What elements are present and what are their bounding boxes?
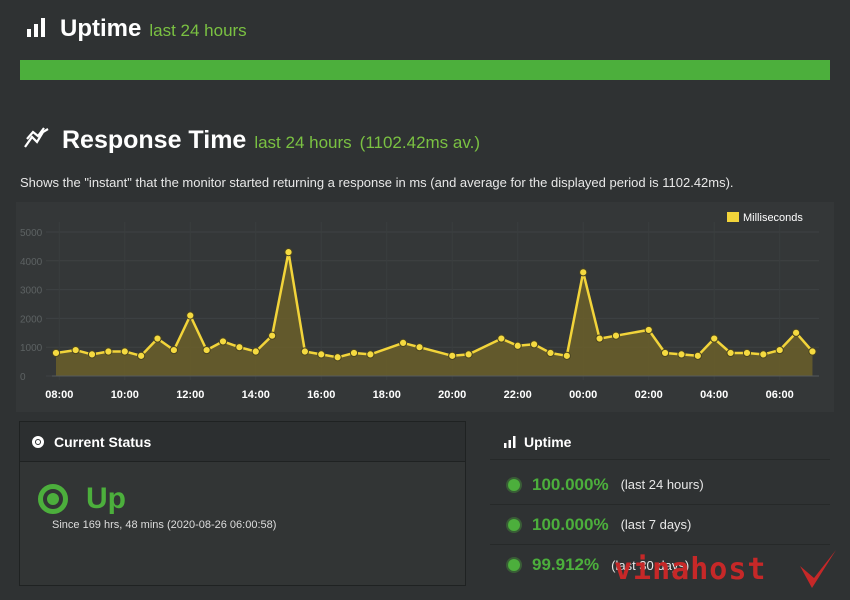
x-tick-label: 08:00: [45, 389, 73, 401]
data-point: [562, 351, 571, 360]
x-tick-label: 06:00: [766, 389, 794, 401]
data-point: [235, 343, 244, 352]
response-description: Shows the "instant" that the monitor sta…: [20, 175, 734, 190]
data-point: [300, 347, 309, 356]
data-point: [808, 347, 817, 356]
x-tick-label: 12:00: [176, 389, 204, 401]
data-point: [349, 348, 359, 358]
x-tick-label: 02:00: [635, 389, 663, 401]
data-point: [186, 311, 195, 320]
data-point: [284, 248, 293, 257]
data-point: [104, 347, 113, 356]
y-tick-label: 3000: [20, 286, 43, 297]
uptime-bar: [20, 60, 830, 80]
legend-swatch: [727, 212, 739, 222]
x-tick-label: 04:00: [700, 389, 728, 401]
data-point: [317, 350, 326, 359]
x-tick-label: 20:00: [438, 389, 466, 401]
uptime-header: Uptime last 24 hours: [26, 15, 247, 43]
status-since: Since 169 hrs, 48 mins (2020-08-26 06:00…: [52, 519, 277, 531]
data-point: [791, 328, 801, 337]
green-dot-icon: [508, 518, 520, 531]
data-point: [497, 334, 506, 343]
data-point: [677, 350, 686, 359]
data-point: [71, 345, 80, 355]
x-tick-label: 18:00: [373, 389, 401, 401]
uptime-row-7d: 100.000% (last 7 days): [490, 505, 830, 545]
data-point: [710, 334, 719, 343]
status-dot-icon: [32, 435, 44, 448]
data-point: [546, 348, 555, 358]
data-point: [268, 331, 277, 340]
y-tick-label: 2000: [20, 314, 43, 325]
uptime-panel-header: Uptime: [490, 424, 830, 460]
data-point: [366, 350, 375, 359]
x-tick-label: 00:00: [569, 389, 597, 401]
data-point: [333, 353, 342, 362]
status-main: Up: [38, 482, 126, 516]
uptime-percent: 100.000%: [532, 514, 609, 534]
status-state: Up: [86, 482, 126, 515]
response-time-header: Response Time last 24 hours (1102.42ms a…: [24, 126, 480, 155]
current-status-panel: Current Status Up Since 169 hrs, 48 mins…: [19, 421, 466, 586]
data-point: [513, 341, 522, 350]
x-tick-label: 16:00: [307, 389, 335, 401]
x-tick-label: 22:00: [504, 389, 532, 401]
small-bar-chart-icon: [504, 435, 516, 448]
checkmark-logo-icon: [800, 550, 836, 588]
green-dot-icon: [508, 559, 520, 571]
uptime-period: last 24 hours: [149, 21, 247, 40]
legend-label: Milliseconds: [743, 212, 803, 224]
green-dot-icon: [508, 478, 520, 491]
data-point: [579, 268, 588, 277]
data-point: [742, 348, 752, 358]
data-point: [120, 347, 129, 356]
chart-background: [16, 202, 834, 412]
data-point: [611, 331, 621, 340]
line-chart-icon: [24, 127, 50, 154]
data-point: [464, 350, 473, 359]
x-tick-label: 10:00: [111, 389, 139, 401]
data-point: [153, 334, 162, 343]
current-status-header: Current Status: [20, 422, 465, 462]
uptime-percent: 99.912%: [532, 555, 600, 574]
y-tick-label: 0: [20, 372, 26, 383]
response-period: last 24 hours: [254, 133, 352, 152]
data-point: [399, 338, 408, 347]
response-average: (1102.42ms av.): [359, 133, 480, 152]
uptime-percent: 100.000%: [532, 474, 609, 494]
data-point: [51, 348, 61, 358]
data-point: [448, 351, 457, 360]
data-point: [660, 348, 670, 358]
data-point: [595, 334, 604, 343]
response-time-chart: 0 1000 2000 3000 4000 5000 08:00 10:00 12:00 14:0…: [16, 202, 834, 412]
y-tick-label: 1000: [20, 343, 43, 354]
uptime-title: Uptime: [60, 15, 142, 42]
data-point: [644, 325, 653, 335]
data-point: [87, 350, 97, 359]
data-point: [726, 348, 735, 358]
data-point: [137, 351, 146, 360]
x-tick-label: 14:00: [242, 389, 270, 401]
data-point: [530, 340, 539, 349]
data-point: [169, 345, 178, 355]
uptime-panel-title: Uptime: [524, 433, 572, 450]
response-title: Response Time: [62, 126, 247, 154]
vinahost-watermark: vinahost: [614, 552, 767, 587]
data-point: [775, 345, 784, 355]
data-point: [218, 337, 228, 346]
uptime-period-label: (last 7 days): [620, 517, 692, 532]
data-point: [415, 343, 424, 352]
y-tick-label: 4000: [20, 257, 43, 268]
current-status-title: Current Status: [54, 433, 152, 450]
uptime-period-label: (last 24 hours): [620, 477, 704, 492]
data-point: [693, 351, 702, 360]
y-tick-label: 5000: [20, 228, 43, 239]
data-point: [251, 347, 260, 356]
up-status-icon: [38, 484, 68, 514]
data-point: [202, 345, 211, 355]
bar-chart-icon: [26, 17, 48, 42]
data-point: [759, 350, 768, 359]
uptime-row-24h: 100.000% (last 24 hours): [490, 465, 830, 505]
